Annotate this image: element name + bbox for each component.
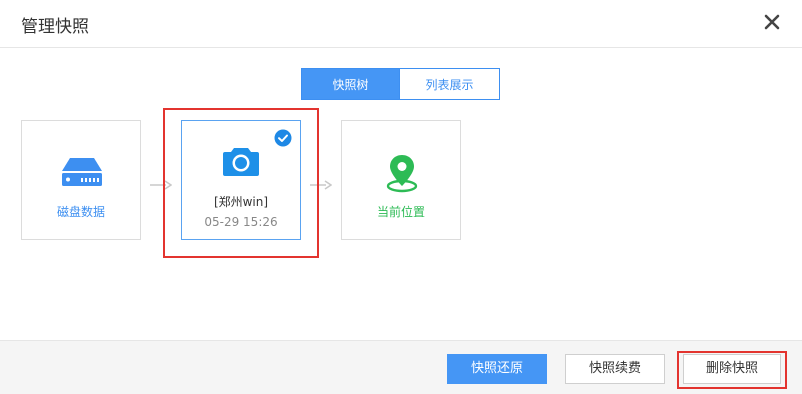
- restore-snapshot-button[interactable]: 快照还原: [447, 354, 547, 384]
- disk-data-node[interactable]: 磁盘数据: [21, 120, 141, 240]
- disk-data-label: 磁盘数据: [56, 205, 105, 219]
- close-icon[interactable]: [762, 12, 782, 32]
- dialog-title: 管理快照: [21, 17, 89, 37]
- tab-list-view[interactable]: 列表展示: [400, 68, 500, 100]
- hard-drive-icon: [61, 157, 103, 187]
- view-tabs: 快照树 列表展示: [301, 68, 500, 100]
- current-position-node[interactable]: 当前位置: [341, 120, 461, 240]
- tab-snapshot-tree[interactable]: 快照树: [301, 68, 400, 100]
- delete-highlight-box: [677, 351, 787, 389]
- dialog-header: 管理快照: [0, 0, 802, 48]
- snapshot-highlight-box: [163, 108, 319, 258]
- location-pin-icon: [386, 153, 418, 193]
- renew-snapshot-button[interactable]: 快照续费: [565, 354, 665, 384]
- current-position-label: 当前位置: [376, 205, 425, 219]
